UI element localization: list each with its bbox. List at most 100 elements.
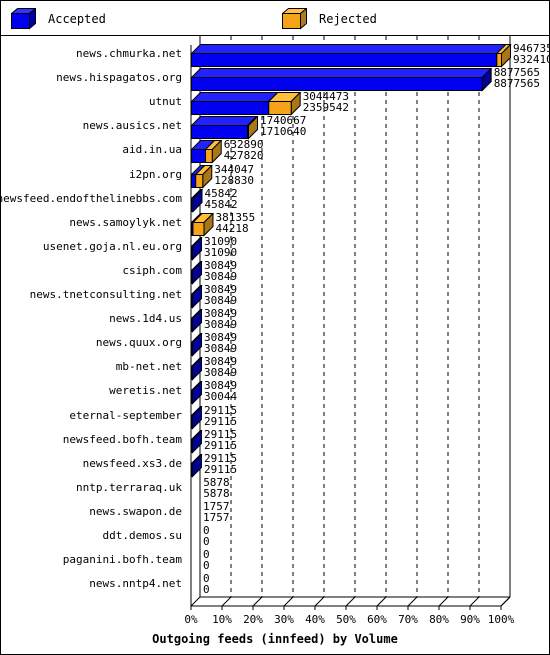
bar-row-label: news.1d4.us [109,312,182,326]
bar-value-accepted: 44218 [215,221,249,235]
bar-row: news.hispagatos.org 8877565 8877565 [1,66,549,92]
bar-value-accepted: 30849 [204,294,238,307]
cube-icon-accepted [11,8,36,30]
bar-row-label: mb-net.net [115,360,182,374]
cube-icon-rejected [282,8,307,30]
bar-row-label: usenet.goja.nl.eu.org [42,239,182,253]
bar-value-accepted: 29115 [203,462,238,476]
bar-segment-accepted [191,429,203,454]
bar-row: aid.in.ua 632890 427820 [1,138,549,165]
bar-value-labels: 381355 44218 [215,212,255,234]
x-tick-label: 80% [429,613,449,626]
bar-value-labels: 1757 1757 [203,501,230,523]
bar-value-accepted: 0 [203,559,210,573]
bar-row-label: weretis.net [109,384,182,398]
bar-row: i2pn.org 344047 128830 [1,163,549,189]
bar-value-accepted: 31090 [204,245,238,259]
bar-segment-accepted [191,68,493,92]
bar-value-labels: 5878 5878 [203,477,230,499]
bar-row: usenet.goja.nl.eu.org 31090 31090 [1,235,549,261]
bar-value-labels: 00 [203,525,210,547]
bar-row: newsfeed.xs3.de 29115 29115 [1,452,549,478]
bar-value-accepted: 0 [203,535,210,548]
bar-row-label: news.nntp4.net [89,577,182,591]
bar-value-accepted: 30849 [204,366,238,380]
bar-value-labels: 00 [203,573,210,595]
bar-segment-rejected [191,212,215,237]
bar-row: news.tnetconsulting.net 30849 30849 [1,283,549,309]
bar-segment-accepted [191,357,203,381]
bar-row-label: newsfeed.xs3.de [82,456,182,470]
legend-item-accepted: Accepted [11,7,106,31]
bar-row: newsfeed.bofh.team 29115 29115 [1,428,549,454]
bar-row: utnut 3044473 2359542 [1,90,549,116]
bar-row: mb-net.net 30849 30849 [1,355,549,381]
bar-value-labels: 30849 30849 [204,260,237,282]
bar-segment-accepted [191,309,203,333]
plot-area: news.chmurka.net94673539324104news.hispa… [0,36,550,654]
bar-value-accepted: 30044 [204,390,238,404]
bar-value-total: 29115 [203,403,238,417]
bar-value-accepted: 9324104 [513,53,550,66]
bar-value-accepted: 29115 [203,414,238,428]
bar-value-labels: 632890 427820 [224,139,264,161]
bar-value-accepted: 1757 [203,510,230,524]
bar-row-label: eternal-september [69,408,182,422]
bar-value-labels: 45842 45842 [205,188,238,210]
bar-value-accepted: 8877565 [493,77,541,91]
bar-row: weretis.net 30849 30044 [1,379,549,406]
x-tick-label: 70% [398,613,418,626]
bar-row-label: news.tnetconsulting.net [29,288,182,301]
bar-value-labels: 8877565 8877565 [494,67,540,89]
bar-segment-accepted [191,381,203,406]
bar-row: csiph.com 30849 30849 [1,259,549,285]
bar-chart: Accepted Rejected news.chmurka.net 946735… [0,0,550,655]
bar-value-accepted: 30849 [204,318,238,332]
x-tick-label: 30% [274,613,294,626]
bar-value-accepted: 45842 [204,197,238,211]
bar-segment-accepted [191,453,203,478]
bar-value-accepted: 0 [203,583,210,597]
bar-row-label: newsfeed.endofthelinebbs.com [0,191,182,205]
bar-row: newsfeed.endofthelinebbs.com 45842 45842 [0,187,549,213]
bar-row-label: utnut [148,95,182,109]
bar-segment-accepted [191,260,203,285]
bar-value-accepted: 30849 [204,269,238,283]
bar-row: news.nntp4.net 0 0 [1,572,549,596]
legend-item-rejected: Rejected [282,7,377,31]
bar-value-labels: 30849 30849 [204,308,237,330]
bar-value-labels: 29115 29115 [204,405,237,427]
bar-row-label: csiph.com [122,263,182,277]
bar-value-accepted: 427820 [223,149,264,163]
bar-value-accepted: 5878 [203,486,230,500]
bar-value-labels: 29115 29115 [204,453,237,475]
bar-value-accepted: 2359542 [302,101,350,115]
bar-row-label: ddt.demos.su [102,529,182,542]
bar-row-label: aid.in.ua [122,143,182,157]
legend-label-accepted: Accepted [48,12,106,26]
bar-segment-accepted [191,236,203,261]
bar-row: news.chmurka.net 94673539324104 [1,42,550,68]
bar-row: eternal-september 29115 29115 [1,404,549,430]
bar-row: news.quux.org 30849 30849 [1,331,549,357]
bar-segment-accepted [191,92,279,116]
bar-row-label: newsfeed.bofh.team [62,432,182,446]
bar-value-accepted: 30849 [204,342,238,356]
legend-label-rejected: Rejected [319,12,377,26]
bar-value-labels: 344047 128830 [214,164,254,186]
bar-row-label: paganini.bofh.team [62,553,182,567]
x-tick-label: 60% [367,613,387,626]
bar-row: nntp.terraraq.uk 5878 5878 [1,476,549,500]
bar-row: ddt.demos.su 0 0 [1,524,549,548]
bar-row-label: news.chmurka.net [76,47,182,60]
bar-rows: news.chmurka.net94673539324104news.hispa… [0,36,550,606]
bar-value-labels: 00 [203,549,210,571]
bar-row-label: i2pn.org [129,167,182,181]
bar-value-labels: 30849 30849 [204,332,237,354]
bar-value-accepted: 128830 [214,173,254,187]
bar-value-accepted: 1710640 [259,125,307,139]
bar-value-accepted: 29115 [203,438,238,452]
bar-row: news.swapon.de 1757 1757 [1,500,549,524]
bar-value-labels: 30849 30044 [204,380,237,402]
x-tick-label: 90% [460,613,480,626]
